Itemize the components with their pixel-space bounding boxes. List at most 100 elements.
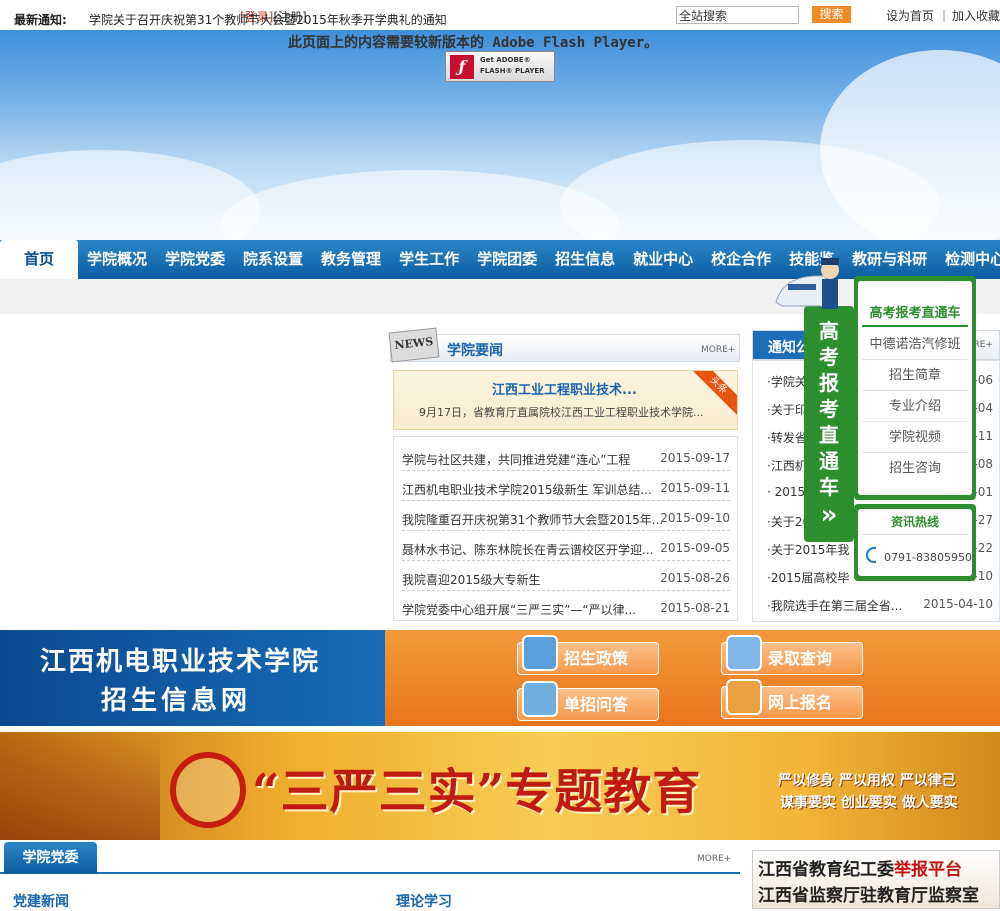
hotline-panel: 资讯热线 0791-83805950 [858, 509, 972, 576]
news-item-date: 2015-08-21 [660, 601, 730, 615]
report-platform-banner[interactable]: 江西省教育纪工委举报平台 江西省监察厅驻教育厅监察室 [752, 850, 1000, 909]
admission-menu-item[interactable]: 招生咨询 [862, 453, 968, 484]
notice-item-date: -08 [973, 457, 993, 471]
notice-item-title[interactable]: ·我院选手在第三届全省... [767, 597, 927, 614]
news-item-date: 2015-08-26 [660, 571, 730, 585]
news-item-title[interactable]: 学院与社区共建，共同推进党建“连心”工程 [402, 451, 662, 468]
banner-title: “三严三实”专题教育 [252, 764, 702, 820]
flash-logo-icon: ƒ [450, 55, 474, 79]
news-item-date: 2015-09-17 [660, 451, 730, 465]
notice-item-date: 2015-04-10 [923, 597, 993, 611]
tiananmen-illustration [0, 732, 160, 840]
latest-notice-link[interactable]: 学院关于召开庆祝第31个教师节大会暨2015年秋季开学典礼的通知 [89, 11, 447, 28]
news-more-link[interactable]: MORE+ [701, 345, 735, 355]
nav-item-enterprise[interactable]: 校企合作 [702, 240, 780, 279]
magnifier-icon [726, 635, 762, 671]
news-section-title: 学院要闻 [447, 343, 503, 359]
admission-query-label: 录取查询 [768, 649, 833, 668]
list-item[interactable]: ·我院选手在第三届全省... 2015-04-10 [767, 591, 993, 619]
headline-card[interactable]: 江西工业工程职业技术... 9月17日，省教育厅直属院校江西工业工程职业技术学院… [393, 370, 738, 430]
three-stricts-banner[interactable]: “三严三实”专题教育 严以修身 严以用权 严以律己 谋事要实 创业要实 做人要实 [0, 732, 1000, 840]
nav-item-testing[interactable]: 检测中心 [936, 240, 1000, 279]
tab-party-committee[interactable]: 学院党委 [4, 842, 97, 874]
admission-vertical-tab[interactable]: 高考报考直通车 » [804, 306, 854, 542]
party-section-header: 学院党委 MORE+ [0, 842, 740, 874]
admission-menu-item[interactable]: 学院视频 [862, 422, 968, 453]
headline-ribbon: 头条 [693, 371, 737, 415]
admission-menu: 高考报考直通车 中德诺浩汽修班 招生简章 专业介绍 学院视频 招生咨询 [854, 276, 976, 500]
party-emblem-icon [170, 752, 246, 828]
enrollment-banner-right: 招生政策 录取查询 单招问答 网上报名 [385, 630, 1000, 726]
news-header: NEWS 学院要闻 MORE+ [388, 327, 740, 363]
list-item[interactable]: 聂林水书记、陈东林院长在青云谱校区开学迎... 2015-09-05 [402, 531, 730, 561]
nav-item-departments[interactable]: 院系设置 [234, 240, 312, 279]
news-list: 学院与社区共建，共同推进党建“连心”工程 2015-09-17 江西机电职业技术学… [393, 436, 738, 621]
report-platform-prefix: 江西省教育纪工委 [758, 860, 894, 880]
flash-required-message: 此页面上的内容需要较新版本的 Adobe Flash Player。 [288, 35, 659, 51]
report-platform-line2: 江西省监察厅驻教育厅监察室 [758, 886, 979, 906]
hotline-divider [862, 534, 968, 535]
online-registration-button[interactable]: 网上报名 [721, 679, 863, 719]
news-item-title[interactable]: 学院党委中心组开展“三严三实”—“严以律... [402, 601, 662, 618]
admission-menu-item[interactable]: 招生简章 [862, 360, 968, 391]
admission-query-button[interactable]: 录取查询 [721, 635, 863, 675]
notice-item-date: -10 [973, 569, 993, 583]
phone-icon [866, 547, 876, 563]
list-item[interactable]: 我院隆重召开庆祝第31个教师节大会暨2015年... 2015-09-10 [402, 501, 730, 531]
get-flash-player-button[interactable]: ƒ Get ADOBE® FLASH® PLAYER [445, 51, 555, 82]
school-name: 江西机电职业技术学院 [40, 647, 321, 677]
online-registration-label: 网上报名 [768, 693, 833, 712]
headline-title[interactable]: 江西工业工程职业技术... [492, 379, 637, 398]
party-building-news-title[interactable]: 党建新闻 [13, 891, 69, 911]
notice-item-date: -22 [973, 541, 993, 555]
news-item-date: 2015-09-10 [660, 511, 730, 525]
nav-item-academic[interactable]: 教务管理 [312, 240, 390, 279]
nav-item-party[interactable]: 学院党委 [156, 240, 234, 279]
admission-menu-item[interactable]: 中德诺浩汽修班 [862, 329, 968, 360]
theory-study-title[interactable]: 理论学习 [396, 891, 452, 911]
single-admission-qa-button[interactable]: 单招问答 [517, 681, 659, 721]
camera-icon [726, 679, 762, 715]
list-item[interactable]: 学院党委中心组开展“三严三实”—“严以律... 2015-08-21 [402, 591, 730, 621]
search-input[interactable] [676, 6, 799, 24]
admission-menu-item[interactable]: 专业介绍 [862, 391, 968, 422]
news-item-title[interactable]: 我院隆重召开庆祝第31个教师节大会暨2015年... [402, 511, 662, 528]
enrollment-banner-left: 江西机电职业技术学院 招生信息网 [0, 630, 385, 726]
single-admission-qa-label: 单招问答 [564, 695, 629, 714]
party-more-link[interactable]: MORE+ [697, 854, 731, 864]
latest-notice-label: 最新通知: [14, 13, 67, 27]
nav-item-admissions[interactable]: 招生信息 [546, 240, 624, 279]
report-platform-line1: 江西省教育纪工委举报平台 [758, 855, 962, 880]
list-item[interactable]: 学院与社区共建，共同推进党建“连心”工程 2015-09-17 [402, 441, 730, 471]
flash-button-line2: FLASH® PLAYER [480, 67, 545, 75]
list-item[interactable]: 江西机电职业技术学院2015级新生 军训总结... 2015-09-11 [402, 471, 730, 501]
flash-button-line1: Get ADOBE® [480, 56, 531, 64]
news-item-title[interactable]: 我院喜迎2015级大专新生 [402, 571, 662, 588]
news-item-date: 2015-09-11 [660, 481, 730, 495]
nav-item-youth-league[interactable]: 学院团委 [468, 240, 546, 279]
gear-icon [522, 635, 558, 671]
news-item-title[interactable]: 聂林水书记、陈东林院长在青云谱校区开学迎... [402, 541, 662, 558]
nav-item-employment[interactable]: 就业中心 [624, 240, 702, 279]
nav-item-research[interactable]: 教研与科研 [843, 240, 936, 279]
enrollment-banner: 江西机电职业技术学院 招生信息网 招生政策 录取查询 单招问答 网上报名 [0, 630, 1000, 726]
notice-item-date: -04 [973, 401, 993, 415]
nav-item-overview[interactable]: 学院概况 [78, 240, 156, 279]
admission-policy-button[interactable]: 招生政策 [517, 635, 659, 675]
nav-item-student-affairs[interactable]: 学生工作 [390, 240, 468, 279]
admission-menu-divider [862, 325, 968, 327]
admission-float-sidebar: 高考报考直通车 » 高考报考直通车 中德诺浩汽修班 招生简章 专业介绍 学院视频… [775, 258, 976, 581]
report-platform-highlight: 举报平台 [894, 860, 962, 880]
news-item-title[interactable]: 江西机电职业技术学院2015级新生 军训总结... [402, 481, 662, 498]
hotline-label: 资讯热线 [890, 515, 939, 529]
nav-item-home[interactable]: 首页 [0, 240, 78, 279]
add-favorite-link[interactable]: 加入收藏 [952, 7, 1000, 24]
train-mascot-icon [775, 258, 839, 309]
set-homepage-link[interactable]: 设为首页 [886, 7, 934, 24]
headline-summary: 9月17日，省教育厅直属院校江西工业工程职业技术学院... [419, 406, 704, 419]
search-button[interactable]: 搜索 [812, 6, 851, 23]
list-item[interactable]: 我院喜迎2015级大专新生 2015-08-26 [402, 561, 730, 591]
newspaper-icon: NEWS [388, 327, 440, 363]
admission-menu-title: 高考报考直通车 [869, 306, 961, 321]
admission-policy-label: 招生政策 [564, 649, 629, 668]
